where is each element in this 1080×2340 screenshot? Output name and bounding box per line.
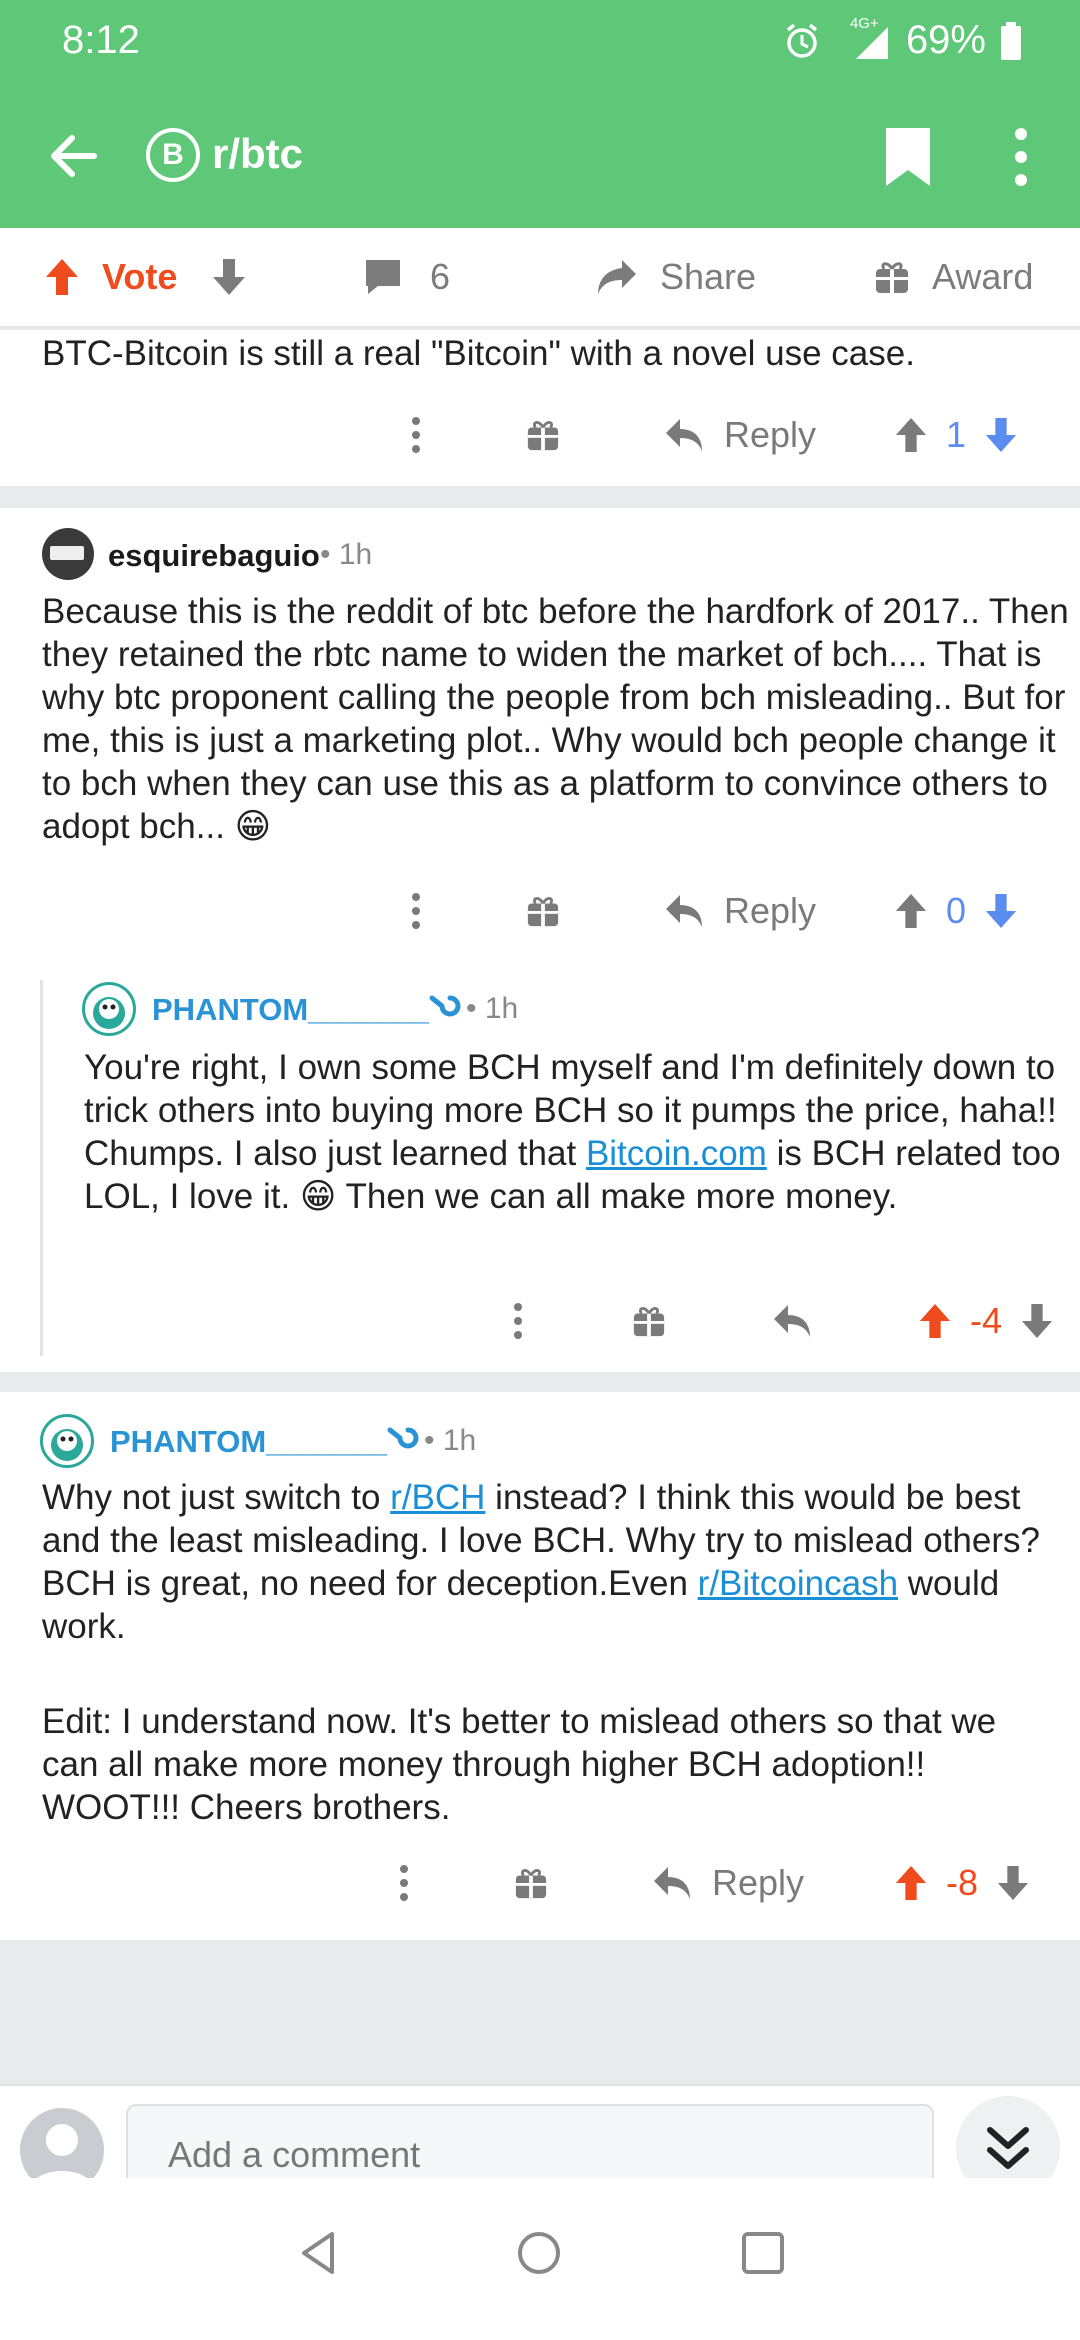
battery-icon — [1001, 21, 1021, 60]
share-icon — [598, 260, 636, 294]
status-bar: 8:12 4G+ 69% — [0, 0, 1080, 80]
subreddit-title[interactable]: r/btc — [212, 130, 303, 178]
bitcoin-com-link[interactable]: Bitcoin.com — [586, 1134, 767, 1173]
comment-edit: Edit: I understand now. It's better to m… — [42, 1702, 997, 1827]
more-vertical-icon[interactable] — [1006, 126, 1036, 188]
top-bar: 8:12 4G+ 69% B r/btc — [0, 0, 1080, 228]
more-vertical-icon[interactable] — [398, 1863, 410, 1903]
award-label: Award — [932, 256, 1034, 297]
gift-icon — [876, 262, 908, 293]
comment-score: 0 — [946, 890, 967, 931]
comment-body: You're right, I own some BCH myself and … — [84, 1048, 1061, 1216]
upvote-icon[interactable] — [894, 892, 928, 930]
comment-author[interactable]: PHANTOM_______ — [110, 1424, 387, 1460]
upvote-icon[interactable] — [894, 1864, 928, 1902]
comment-meta: • 1h — [386, 1424, 476, 1458]
bitcoin-icon[interactable]: B — [146, 128, 200, 182]
thread-line — [40, 980, 43, 1356]
share-button[interactable]: Share — [596, 256, 756, 298]
gift-icon[interactable] — [632, 1304, 666, 1338]
comment-card: PHANTOM_______ • 1h Why not just switch … — [0, 1392, 1080, 1940]
downvote-icon[interactable] — [1020, 1302, 1054, 1340]
upvote-icon[interactable] — [894, 416, 928, 454]
share-label: Share — [660, 256, 757, 297]
alarm-icon — [786, 23, 818, 58]
gift-icon[interactable] — [514, 1866, 548, 1900]
nav-home-icon[interactable] — [516, 2230, 562, 2276]
gift-icon[interactable] — [526, 418, 560, 452]
gift-icon[interactable] — [526, 894, 560, 928]
comment-thread: esquirebaguio • 1h Because this is the r… — [0, 508, 1080, 1372]
downvote-icon[interactable] — [211, 257, 247, 297]
reply-icon[interactable] — [772, 1303, 812, 1339]
comment-score: -8 — [946, 1862, 979, 1903]
more-vertical-icon[interactable] — [410, 415, 422, 455]
r-bitcoincash-link[interactable]: r/Bitcoincash — [698, 1564, 898, 1603]
signal-icon: 4G+ — [836, 15, 892, 63]
comment-icon — [366, 260, 400, 294]
comment-body: Because this is the reddit of btc before… — [42, 592, 1069, 846]
comment-author[interactable]: esquirebaguio — [108, 538, 320, 574]
reply-button[interactable]: Reply — [652, 1862, 804, 1904]
bookmark-icon[interactable] — [884, 126, 932, 188]
upvote-icon[interactable] — [918, 1302, 952, 1340]
comment-actions: Reply 0 — [410, 890, 1018, 932]
comment-body: Why not just switch to r/BCH instead? I … — [42, 1478, 1040, 1646]
r-bch-link[interactable]: r/BCH — [390, 1478, 485, 1517]
reply-button[interactable]: Reply — [664, 890, 816, 932]
more-vertical-icon[interactable] — [512, 1301, 524, 1341]
reply-icon — [654, 1867, 690, 1899]
comment-actions: Reply 1 — [410, 414, 1018, 456]
wrench-icon — [429, 995, 461, 1017]
downvote-icon[interactable] — [996, 1864, 1030, 1902]
status-time: 8:12 — [62, 18, 140, 62]
comment-body: BTC-Bitcoin is still a real "Bitcoin" wi… — [42, 334, 915, 373]
comment-count: 6 — [430, 256, 451, 297]
comment-author[interactable]: PHANTOM_______ — [152, 992, 429, 1028]
downvote-icon[interactable] — [984, 892, 1018, 930]
reply-button[interactable]: Reply — [664, 414, 816, 456]
battery-percent: 69% — [905, 18, 986, 62]
status-icons: 4G+ 69% — [782, 15, 1022, 63]
avatar[interactable] — [40, 1414, 94, 1468]
award-button[interactable]: Award — [874, 256, 1033, 298]
reply-icon — [666, 895, 702, 927]
comment-score: -4 — [970, 1300, 1003, 1341]
wrench-icon — [387, 1427, 419, 1449]
upvote-icon[interactable] — [44, 257, 80, 297]
avatar[interactable] — [82, 982, 136, 1036]
more-vertical-icon[interactable] — [410, 891, 422, 931]
nav-recents-icon[interactable] — [740, 2230, 786, 2276]
comment-card: BTC-Bitcoin is still a real "Bitcoin" wi… — [0, 330, 1080, 486]
comment-actions: -4 — [512, 1300, 1054, 1342]
comments-button[interactable]: 6 — [364, 256, 450, 298]
back-arrow-icon[interactable] — [44, 126, 104, 186]
reply-icon — [666, 419, 702, 451]
comment-actions: Reply -8 — [398, 1862, 1030, 1904]
vote-label: Vote — [102, 256, 178, 297]
avatar[interactable] — [42, 528, 94, 580]
nav-back-icon[interactable] — [296, 2230, 342, 2276]
post-action-bar: Vote 6 Share Award — [0, 228, 1080, 328]
post-vote-group: Vote — [44, 256, 247, 298]
comment-meta: • 1h — [428, 992, 518, 1026]
downvote-icon[interactable] — [984, 416, 1018, 454]
app-bar: B r/btc — [0, 110, 1080, 200]
comment-score: 1 — [946, 414, 967, 455]
comment-meta: • 1h — [320, 538, 373, 571]
system-nav-bar — [0, 2178, 1080, 2340]
